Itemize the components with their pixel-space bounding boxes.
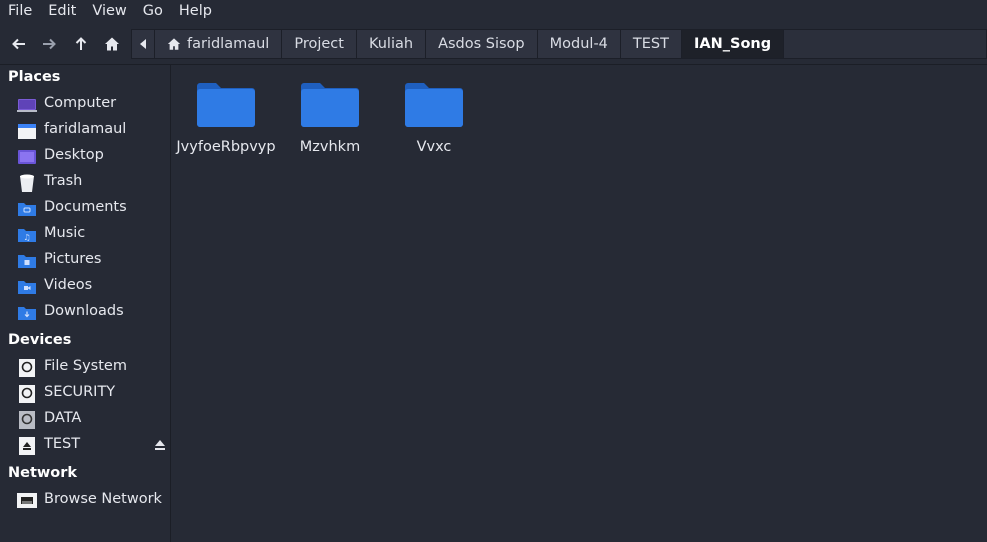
folder-icon bbox=[301, 83, 359, 127]
pictures-folder-icon bbox=[18, 255, 36, 268]
folder-item-vvxc[interactable]: Vvxc bbox=[384, 65, 484, 155]
forward-button[interactable] bbox=[38, 33, 60, 55]
network-heading: Network bbox=[8, 465, 78, 481]
menubar: File Edit View Go Help bbox=[0, 0, 987, 22]
home-button[interactable] bbox=[101, 33, 123, 55]
menu-edit[interactable]: Edit bbox=[40, 0, 84, 22]
sidebar-item-label: Pictures bbox=[44, 251, 102, 267]
sidebar-item-pictures[interactable]: Pictures bbox=[0, 249, 170, 273]
menu-go[interactable]: Go bbox=[135, 0, 171, 22]
crumb-project[interactable]: Project bbox=[282, 30, 357, 58]
up-button[interactable] bbox=[70, 33, 92, 55]
sidebar-item-security[interactable]: SECURITY bbox=[0, 382, 170, 406]
sidebar-item-label: Documents bbox=[44, 199, 127, 215]
drive-icon bbox=[19, 411, 35, 429]
menu-view[interactable]: View bbox=[84, 0, 134, 22]
sidebar-item-label: TEST bbox=[44, 436, 81, 452]
folder-name: Mzvhkm bbox=[299, 139, 361, 155]
eject-icon[interactable] bbox=[154, 439, 166, 451]
sidebar-item-file-system[interactable]: File System bbox=[0, 356, 170, 380]
music-folder-icon: ♫ bbox=[18, 229, 36, 242]
sidebar-item-label: Music bbox=[44, 225, 86, 241]
toolbar: faridlamaul Project Kuliah Asdos Sisop M… bbox=[0, 22, 987, 65]
computer-icon bbox=[17, 99, 37, 112]
sidebar-item-videos[interactable]: Videos bbox=[0, 275, 170, 299]
menu-file[interactable]: File bbox=[0, 0, 40, 22]
back-arrow-icon bbox=[12, 38, 25, 50]
downloads-folder-icon bbox=[18, 307, 36, 320]
crumb-modul-4[interactable]: Modul-4 bbox=[537, 30, 621, 58]
folder-name: JvyfoeRbpvyp bbox=[176, 139, 276, 155]
sidebar-item-label: Computer bbox=[44, 95, 117, 111]
network-icon bbox=[17, 493, 37, 508]
file-view[interactable]: JvyfoeRbpvyp Mzvhkm Vvxc bbox=[171, 65, 987, 542]
sidebar-item-label: Downloads bbox=[44, 303, 124, 319]
sidebar-item-music[interactable]: ♫ Music bbox=[0, 223, 170, 247]
home-icon bbox=[105, 37, 119, 51]
sidebar-item-documents[interactable]: Documents bbox=[0, 197, 170, 221]
crumb-ian-song[interactable]: IAN_Song bbox=[682, 30, 785, 58]
sidebar: Places Computer faridlamaul Desktop Tras… bbox=[0, 65, 171, 542]
crumb-home[interactable]: faridlamaul bbox=[155, 30, 283, 58]
folder-icon bbox=[405, 83, 463, 127]
sidebar-item-downloads[interactable]: Downloads bbox=[0, 301, 170, 325]
back-button[interactable] bbox=[8, 33, 30, 55]
sidebar-item-label: Desktop bbox=[44, 147, 104, 163]
folder-icon bbox=[197, 83, 255, 127]
drive-icon bbox=[19, 385, 35, 403]
crumb-test[interactable]: TEST bbox=[620, 30, 682, 58]
trash-icon bbox=[20, 174, 34, 192]
folder-item-jvyfoerbpvyp[interactable]: JvyfoeRbpvyp bbox=[176, 65, 276, 155]
sidebar-item-label: Trash bbox=[44, 173, 83, 189]
sidebar-item-label: SECURITY bbox=[44, 384, 116, 400]
videos-folder-icon bbox=[18, 281, 36, 294]
sidebar-item-label: DATA bbox=[44, 410, 82, 426]
sidebar-item-test[interactable]: TEST bbox=[0, 434, 170, 458]
breadcrumb: faridlamaul Project Kuliah Asdos Sisop M… bbox=[131, 29, 987, 59]
chevron-left-icon bbox=[140, 39, 146, 49]
sidebar-item-computer[interactable]: Computer bbox=[0, 93, 170, 117]
crumb-asdos-sisop[interactable]: Asdos Sisop bbox=[426, 30, 538, 58]
sidebar-item-browse-network[interactable]: Browse Network bbox=[0, 489, 170, 513]
devices-heading: Devices bbox=[8, 332, 72, 348]
sidebar-item-label: Browse Network bbox=[44, 491, 162, 507]
sidebar-item-label: faridlamaul bbox=[44, 121, 127, 137]
places-heading: Places bbox=[8, 69, 61, 85]
sidebar-item-desktop[interactable]: Desktop bbox=[0, 145, 170, 169]
drive-icon bbox=[19, 359, 35, 377]
sidebar-item-trash[interactable]: Trash bbox=[0, 171, 170, 195]
documents-folder-icon bbox=[18, 203, 36, 216]
up-arrow-icon bbox=[75, 37, 87, 50]
folder-item-mzvhkm[interactable]: Mzvhkm bbox=[280, 65, 380, 155]
svg-text:♫: ♫ bbox=[23, 233, 30, 242]
sidebar-item-data[interactable]: DATA bbox=[0, 408, 170, 432]
folder-name: Vvxc bbox=[416, 139, 452, 155]
crumb-kuliah[interactable]: Kuliah bbox=[356, 30, 427, 58]
breadcrumb-scroll-left-button[interactable] bbox=[132, 30, 155, 58]
removable-drive-icon bbox=[19, 437, 35, 455]
crumb-label: faridlamaul bbox=[187, 36, 270, 52]
sidebar-item-label: Videos bbox=[44, 277, 93, 293]
breadcrumb-empty-area bbox=[784, 30, 986, 58]
home-folder-icon bbox=[18, 124, 36, 139]
home-icon bbox=[167, 38, 181, 50]
forward-arrow-icon bbox=[43, 38, 56, 50]
desktop-icon bbox=[18, 150, 36, 164]
menu-help[interactable]: Help bbox=[171, 0, 220, 22]
sidebar-item-faridlamaul[interactable]: faridlamaul bbox=[0, 119, 170, 143]
sidebar-item-label: File System bbox=[44, 358, 127, 374]
